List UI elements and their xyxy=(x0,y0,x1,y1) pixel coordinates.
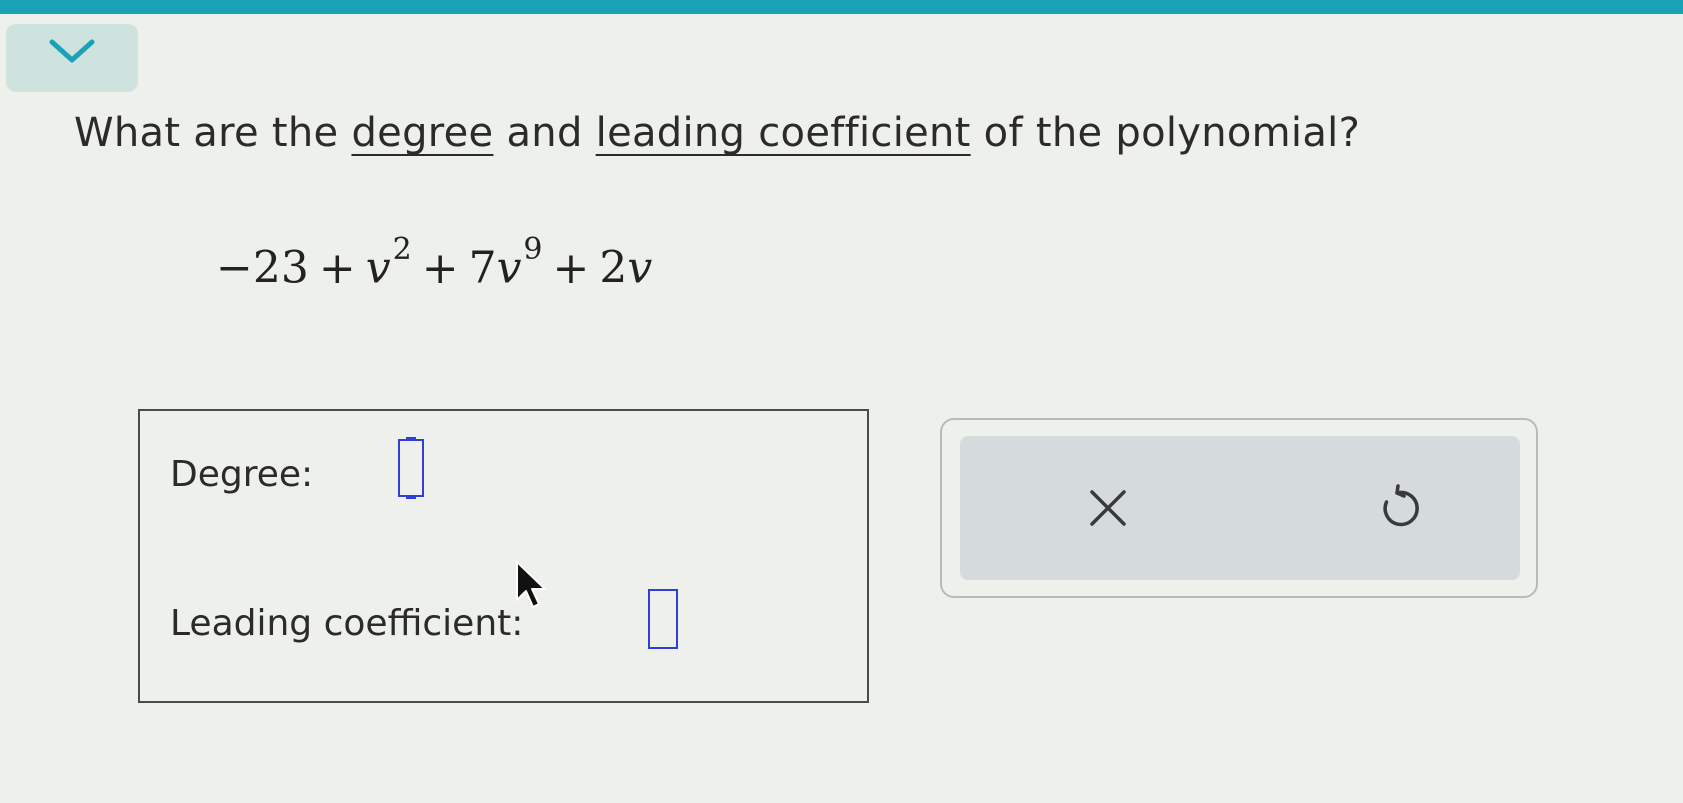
degree-label: Degree: xyxy=(170,454,314,495)
close-icon xyxy=(1090,490,1126,526)
leading-coefficient-input[interactable] xyxy=(648,589,678,649)
term-degree-link[interactable]: degree xyxy=(351,110,493,156)
exponent: 9 xyxy=(523,232,543,267)
degree-input[interactable] xyxy=(398,437,424,499)
variable: v xyxy=(496,242,522,294)
exponent: 2 xyxy=(392,232,412,267)
undo-icon xyxy=(1383,484,1419,527)
chevron-down-icon xyxy=(49,39,95,63)
question-middle: and xyxy=(493,110,596,156)
constant-term: −23 xyxy=(216,242,309,294)
variable: v xyxy=(627,242,653,294)
term-leading-coefficient-link[interactable]: leading coefficient xyxy=(596,110,971,156)
action-toolbar xyxy=(960,436,1520,580)
collapse-button[interactable] xyxy=(6,24,138,92)
mouse-pointer-icon xyxy=(516,561,546,608)
clear-button[interactable] xyxy=(1076,476,1140,540)
question-suffix: of the polynomial? xyxy=(970,110,1361,156)
coefficient: 2 xyxy=(599,242,628,294)
answer-box: Degree: Leading coefficient: xyxy=(138,409,869,703)
plus-sign: + xyxy=(552,242,590,294)
action-panel xyxy=(940,418,1538,598)
undo-button[interactable] xyxy=(1369,476,1433,540)
variable: v xyxy=(365,242,391,294)
page: What are the degree and leading coeffici… xyxy=(0,14,1683,803)
polynomial-expression: −23 + v2 +7v9 +2v xyxy=(216,232,653,294)
coefficient: 7 xyxy=(468,242,497,294)
question-prefix: What are the xyxy=(74,110,352,156)
leading-coefficient-label: Leading coefficient: xyxy=(170,603,524,644)
plus-sign: + xyxy=(421,242,459,294)
plus-sign: + xyxy=(318,242,356,294)
question-text: What are the degree and leading coeffici… xyxy=(74,110,1360,156)
